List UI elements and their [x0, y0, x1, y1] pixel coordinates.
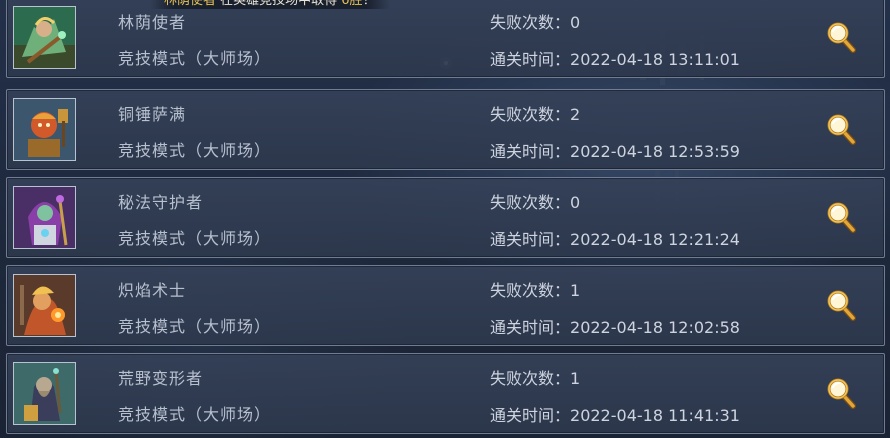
hero-name: 荒野变形者 [118, 369, 204, 388]
battle-record-panel: 林荫使者 竞技模式（大师场） 失败次数：0 通关时间：2022-04-18 13… [0, 0, 890, 438]
toast-text: 在英雄竞技场中取得 [216, 0, 342, 8]
game-mode: 竞技模式（大师场） [118, 317, 272, 336]
fail-count: 失败次数：0 [490, 193, 581, 212]
fail-count: 失败次数：1 [490, 281, 581, 300]
clear-time: 通关时间：2022-04-18 12:02:58 [490, 318, 740, 337]
toast-hero-name: 林荫使者 [164, 0, 217, 8]
game-mode: 竞技模式（大师场） [118, 141, 272, 160]
hero-name: 秘法守护者 [118, 193, 204, 212]
clear-time: 通关时间：2022-04-18 12:53:59 [490, 142, 740, 161]
bronze-hammer-shaman-portrait [13, 98, 76, 161]
game-mode: 竞技模式（大师场） [118, 405, 272, 424]
fail-count: 失败次数：0 [490, 13, 581, 32]
toast-end: ！ [362, 0, 376, 8]
fail-count: 失败次数：2 [490, 105, 581, 124]
record-row[interactable]: 秘法守护者 竞技模式（大师场） 失败次数：0 通关时间：2022-04-18 1… [6, 177, 885, 258]
record-row[interactable]: 林荫使者 竞技模式（大师场） 失败次数：0 通关时间：2022-04-18 13… [6, 0, 885, 78]
clear-time: 通关时间：2022-04-18 11:41:31 [490, 406, 740, 425]
hero-name: 炽焰术士 [118, 281, 187, 300]
magnifier-icon[interactable] [825, 288, 859, 322]
game-mode: 竞技模式（大师场） [118, 229, 272, 248]
fail-count: 失败次数：1 [490, 369, 581, 388]
record-row[interactable]: 铜锤萨满 竞技模式（大师场） 失败次数：2 通关时间：2022-04-18 12… [6, 89, 885, 170]
hero-name: 铜锤萨满 [118, 105, 187, 124]
arcane-guardian-portrait [13, 186, 76, 249]
blaze-warlock-portrait [13, 274, 76, 337]
magnifier-icon[interactable] [825, 20, 859, 54]
magnifier-icon[interactable] [825, 112, 859, 146]
magnifier-icon[interactable] [825, 200, 859, 234]
toast-wins: 6胜 [341, 0, 363, 8]
record-row[interactable]: 炽焰术士 竞技模式（大师场） 失败次数：1 通关时间：2022-04-18 12… [6, 265, 885, 346]
hero-name: 林荫使者 [118, 13, 187, 32]
wild-shapeshifter-portrait [13, 362, 76, 425]
magnifier-icon[interactable] [825, 376, 859, 410]
grove-warden-portrait [13, 6, 76, 69]
announcement-toast: 林荫使者 在英雄竞技场中取得 6胜！ [150, 0, 390, 9]
clear-time: 通关时间：2022-04-18 13:11:01 [490, 50, 740, 69]
record-row[interactable]: 荒野变形者 竞技模式（大师场） 失败次数：1 通关时间：2022-04-18 1… [6, 353, 885, 434]
game-mode: 竞技模式（大师场） [118, 49, 272, 68]
clear-time: 通关时间：2022-04-18 12:21:24 [490, 230, 740, 249]
